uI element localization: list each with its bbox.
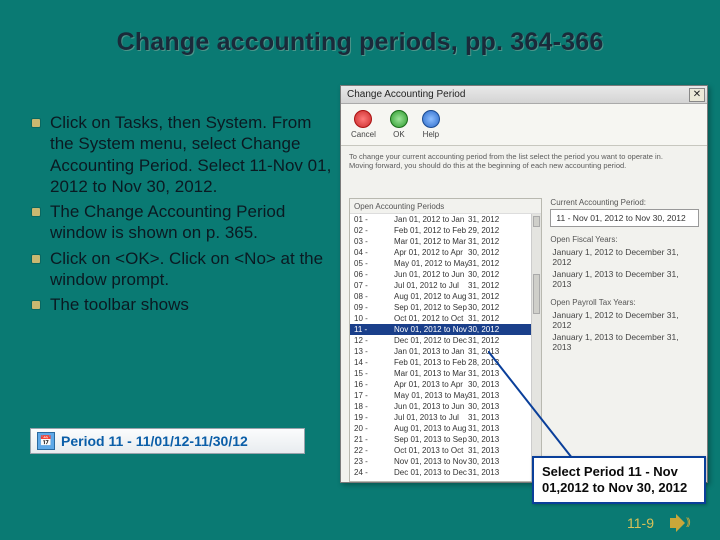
current-period-value: 11 - Nov 01, 2012 to Nov 30, 2012: [550, 209, 699, 227]
help-label: Help: [423, 130, 439, 139]
fiscal-year-1: January 1, 2012 to December 31, 2012: [550, 246, 699, 268]
window-toolbar: Cancel OK Help: [341, 104, 707, 146]
ok-label: OK: [393, 130, 405, 139]
period-row[interactable]: 07 -Jul 01, 2012 to Jul31, 2012: [350, 280, 531, 291]
change-accounting-period-window: Change Accounting Period ✕ Cancel OK Hel…: [340, 85, 708, 483]
period-row[interactable]: 09 -Sep 01, 2012 to Sep30, 2012: [350, 302, 531, 313]
speaker-icon: )): [670, 514, 692, 532]
window-title: Change Accounting Period: [347, 89, 465, 100]
payroll-year-2: January 1, 2013 to December 31, 2013: [550, 331, 699, 353]
summary-panel: Current Accounting Period: 11 - Nov 01, …: [548, 198, 707, 482]
period-row[interactable]: 21 -Sep 01, 2013 to Sep30, 2013: [350, 434, 531, 445]
open-periods-panel: Open Accounting Periods 01 -Jan 01, 2012…: [349, 198, 542, 482]
instruction-text: Moving forward, you should do this at th…: [349, 161, 699, 170]
current-period-label: Current Accounting Period:: [550, 198, 699, 207]
cancel-button[interactable]: Cancel: [351, 110, 376, 139]
list-item: The toolbar shows: [28, 294, 338, 315]
list-item: Click on Tasks, then System. From the Sy…: [28, 112, 338, 197]
period-row[interactable]: 12 -Dec 01, 2012 to Dec31, 2012: [350, 335, 531, 346]
instruction-text: To change your current accounting period…: [349, 152, 699, 161]
period-row[interactable]: 19 -Jul 01, 2013 to Jul31, 2013: [350, 412, 531, 423]
payroll-year-1: January 1, 2012 to December 31, 2012: [550, 309, 699, 331]
scroll-thumb[interactable]: [533, 274, 540, 314]
period-row[interactable]: 17 -May 01, 2013 to May31, 2013: [350, 390, 531, 401]
period-row[interactable]: 23 -Nov 01, 2013 to Nov30, 2013: [350, 456, 531, 467]
list-item: The Change Accounting Period window is s…: [28, 201, 338, 244]
period-list[interactable]: 01 -Jan 01, 2012 to Jan31, 201202 -Feb 0…: [350, 214, 531, 481]
scrollbar[interactable]: [531, 214, 541, 481]
ok-icon: [390, 110, 408, 128]
list-item: Click on <OK>. Click on <No> at the wind…: [28, 248, 338, 291]
period-row[interactable]: 03 -Mar 01, 2012 to Mar31, 2012: [350, 236, 531, 247]
period-row[interactable]: 16 -Apr 01, 2013 to Apr30, 2013: [350, 379, 531, 390]
period-row[interactable]: 13 -Jan 01, 2013 to Jan31, 2013: [350, 346, 531, 357]
callout: Select Period 11 - Nov 01,2012 to Nov 30…: [532, 456, 706, 505]
close-icon[interactable]: ✕: [689, 88, 705, 102]
period-row[interactable]: 20 -Aug 01, 2013 to Aug31, 2013: [350, 423, 531, 434]
period-row[interactable]: 04 -Apr 01, 2012 to Apr30, 2012: [350, 247, 531, 258]
cancel-icon: [354, 110, 372, 128]
period-row[interactable]: 05 -May 01, 2012 to May31, 2012: [350, 258, 531, 269]
period-row[interactable]: 15 -Mar 01, 2013 to Mar31, 2013: [350, 368, 531, 379]
help-button[interactable]: Help: [422, 110, 440, 139]
period-row[interactable]: 18 -Jun 01, 2013 to Jun30, 2013: [350, 401, 531, 412]
period-toolbar-chip: 📅 Period 11 - 11/01/12-11/30/12: [30, 428, 305, 454]
period-row[interactable]: 08 -Aug 01, 2012 to Aug31, 2012: [350, 291, 531, 302]
window-titlebar: Change Accounting Period ✕: [341, 86, 707, 104]
period-chip-text: Period 11 - 11/01/12-11/30/12: [61, 433, 248, 449]
window-instructions: To change your current accounting period…: [341, 146, 707, 198]
period-row[interactable]: 22 -Oct 01, 2013 to Oct31, 2013: [350, 445, 531, 456]
payroll-years-label: Open Payroll Tax Years:: [550, 298, 699, 307]
fiscal-year-2: January 1, 2013 to December 31, 2013: [550, 268, 699, 290]
period-row[interactable]: 14 -Feb 01, 2013 to Feb28, 2013: [350, 357, 531, 368]
bullet-list: Click on Tasks, then System. From the Sy…: [28, 112, 338, 319]
open-periods-header: Open Accounting Periods: [350, 199, 541, 214]
cancel-label: Cancel: [351, 130, 376, 139]
period-row[interactable]: 06 -Jun 01, 2012 to Jun30, 2012: [350, 269, 531, 280]
ok-button[interactable]: OK: [390, 110, 408, 139]
fiscal-years-label: Open Fiscal Years:: [550, 235, 699, 244]
slide-title: Change accounting periods, pp. 364-366: [70, 28, 650, 57]
period-row[interactable]: 02 -Feb 01, 2012 to Feb29, 2012: [350, 225, 531, 236]
footer: 11-9 )): [627, 514, 692, 532]
period-row[interactable]: 24 -Dec 01, 2013 to Dec31, 2013: [350, 467, 531, 478]
help-icon: [422, 110, 440, 128]
period-row[interactable]: 01 -Jan 01, 2012 to Jan31, 2012: [350, 214, 531, 225]
calendar-icon: 📅: [37, 432, 55, 450]
page-number: 11-9: [627, 515, 654, 531]
period-row[interactable]: 11 -Nov 01, 2012 to Nov30, 2012: [350, 324, 531, 335]
period-row[interactable]: 10 -Oct 01, 2012 to Oct31, 2012: [350, 313, 531, 324]
